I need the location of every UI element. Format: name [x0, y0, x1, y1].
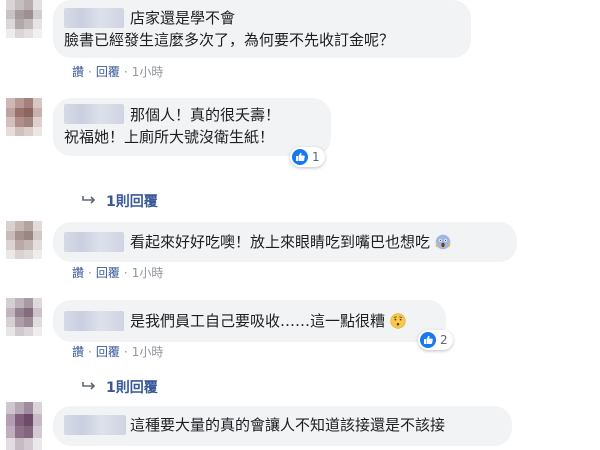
commenter-name[interactable]: [64, 8, 124, 28]
reply-link[interactable]: 回覆: [96, 344, 120, 360]
separator: ·: [123, 65, 128, 79]
timestamp-link[interactable]: 1小時: [132, 64, 164, 80]
separator: ·: [123, 266, 128, 280]
avatar[interactable]: [6, 298, 42, 336]
comment-actions: 讚 · 回覆 · 1小時: [72, 64, 163, 80]
avatar[interactable]: [6, 0, 42, 38]
commenter-name[interactable]: [64, 232, 124, 252]
reaction-badge[interactable]: 2: [418, 330, 453, 350]
scream-face-icon: [435, 234, 451, 250]
avatar[interactable]: [6, 98, 42, 136]
comment-text-content: 是我們員工自己要吸收……這一點很糟: [130, 312, 386, 330]
replies-count-label[interactable]: 1則回覆: [106, 377, 158, 397]
reply-link[interactable]: 回覆: [96, 265, 120, 281]
reply-arrow-icon: [82, 379, 96, 395]
avatar[interactable]: [6, 221, 42, 259]
separator: ·: [88, 266, 92, 280]
comment-text: 看起來好好吃噢！放上來眼睛吃到嘴巴也想吃: [130, 233, 451, 252]
separator: ·: [88, 345, 92, 359]
reaction-count: 2: [440, 333, 448, 347]
separator: ·: [123, 345, 128, 359]
timestamp-link[interactable]: 1小時: [132, 265, 164, 281]
comment-text: 臉書已經發生這麼多次了，為何要不先收訂金呢？: [64, 31, 395, 49]
comment-actions: 讚 · 回覆 · 1小時: [72, 265, 163, 281]
comment-text: 店家還是學不會: [130, 9, 236, 27]
separator: ·: [88, 65, 92, 79]
commenter-name[interactable]: [64, 311, 124, 331]
reaction-count: 1: [312, 150, 320, 164]
comment-text: 那個人！真的很夭壽！: [130, 106, 281, 124]
thumbs-up-icon: [292, 149, 308, 165]
comment-actions: 讚 · 回覆 · 1小時: [72, 344, 163, 360]
comment-text: 祝福她！上廁所大號沒衛生紙！: [64, 128, 275, 146]
reply-arrow-icon: [82, 193, 96, 209]
comment-text-content: 看起來好好吃噢！放上來眼睛吃到嘴巴也想吃: [130, 233, 431, 251]
reaction-badge[interactable]: 1: [290, 147, 325, 167]
commenter-name[interactable]: [64, 415, 126, 435]
comment-text: 是我們員工自己要吸收……這一點很糟: [130, 312, 406, 331]
comment-text: 這種要大量的真的會讓人不知道該接還是不該接: [130, 416, 446, 434]
commenter-name[interactable]: [64, 104, 124, 124]
replies-count-label[interactable]: 1則回覆: [106, 191, 158, 211]
reply-link[interactable]: 回覆: [96, 64, 120, 80]
timestamp-link[interactable]: 1小時: [132, 344, 164, 360]
view-replies-link[interactable]: 1則回覆: [82, 191, 158, 211]
like-link[interactable]: 讚: [72, 265, 84, 281]
like-link[interactable]: 讚: [72, 344, 84, 360]
avatar[interactable]: [6, 402, 42, 450]
worried-face-icon: [390, 313, 406, 329]
thumbs-up-icon: [420, 332, 436, 348]
view-replies-link[interactable]: 1則回覆: [82, 377, 158, 397]
like-link[interactable]: 讚: [72, 64, 84, 80]
